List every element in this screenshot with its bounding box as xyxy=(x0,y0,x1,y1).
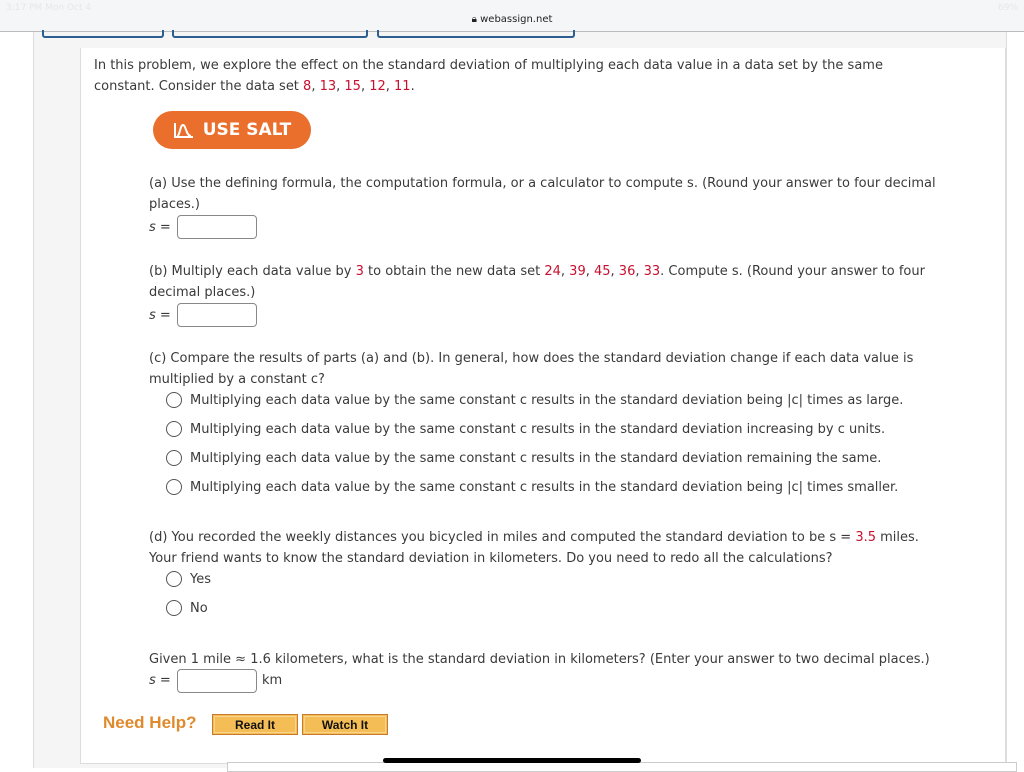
browser-bar: 3:17 PM Mon Oct 4 69% 🔒︎ webassign.net xyxy=(0,0,1024,32)
status-time: 3:17 PM Mon Oct 4 xyxy=(6,3,92,13)
part-d-text2: Your friend wants to know the standard d… xyxy=(149,551,833,566)
nav-button-1[interactable] xyxy=(42,30,164,38)
part-c-text: (c) Compare the results of parts (a) and… xyxy=(149,351,914,366)
next-question-box xyxy=(227,762,1017,772)
unit-km: km xyxy=(262,673,283,688)
nav-button-2[interactable] xyxy=(172,30,368,38)
answer-a-input[interactable] xyxy=(177,215,257,239)
option-c-3: Multiplying each data value by the same … xyxy=(190,451,882,466)
read-it-button[interactable]: Read It xyxy=(212,714,298,735)
radio-c-2[interactable] xyxy=(166,421,182,437)
s-label-b: s = xyxy=(149,308,171,323)
part-a-text: (a) Use the defining formula, the comput… xyxy=(149,176,936,191)
need-help-label: Need Help? xyxy=(103,713,197,732)
use-salt-button[interactable]: USE SALT xyxy=(153,111,311,149)
option-c-4: Multiplying each data value by the same … xyxy=(190,480,899,495)
intro-line2: constant. Consider the data set 8, 13, 1… xyxy=(94,79,415,94)
home-indicator[interactable] xyxy=(383,758,641,763)
answer-d-input[interactable] xyxy=(177,669,257,693)
option-yes: Yes xyxy=(190,572,211,587)
part-a-text2: places.) xyxy=(149,197,200,212)
radio-c-1[interactable] xyxy=(166,392,182,408)
part-d-question: Given 1 mile ≈ 1.6 kilometers, what is t… xyxy=(149,652,930,667)
option-no: No xyxy=(190,601,208,616)
intro-line1: In this problem, we explore the effect o… xyxy=(94,58,883,73)
status-battery: 69% xyxy=(997,3,1018,13)
radio-c-4[interactable] xyxy=(166,479,182,495)
part-c-text2: multiplied by a constant c? xyxy=(149,372,325,387)
s-label-d: s = xyxy=(149,673,171,688)
watch-it-button[interactable]: Watch It xyxy=(302,714,388,735)
answer-b-input[interactable] xyxy=(177,303,257,327)
s-label-a: s = xyxy=(149,220,171,235)
part-b-text2: decimal places.) xyxy=(149,285,256,300)
radio-no[interactable] xyxy=(166,600,182,616)
part-d-text: (d) You recorded the weekly distances yo… xyxy=(149,530,919,545)
radio-yes[interactable] xyxy=(166,571,182,587)
radio-c-3[interactable] xyxy=(166,450,182,466)
lock-icon: 🔒︎ xyxy=(471,14,477,25)
part-b-text: (b) Multiply each data value by 3 to obt… xyxy=(149,264,925,279)
option-c-1: Multiplying each data value by the same … xyxy=(190,393,904,408)
option-c-2: Multiplying each data value by the same … xyxy=(190,422,886,437)
url-bar[interactable]: 🔒︎ webassign.net xyxy=(0,14,1024,25)
nav-button-3[interactable] xyxy=(377,30,575,38)
url-text: webassign.net xyxy=(480,14,553,25)
bell-curve-icon xyxy=(173,123,193,138)
